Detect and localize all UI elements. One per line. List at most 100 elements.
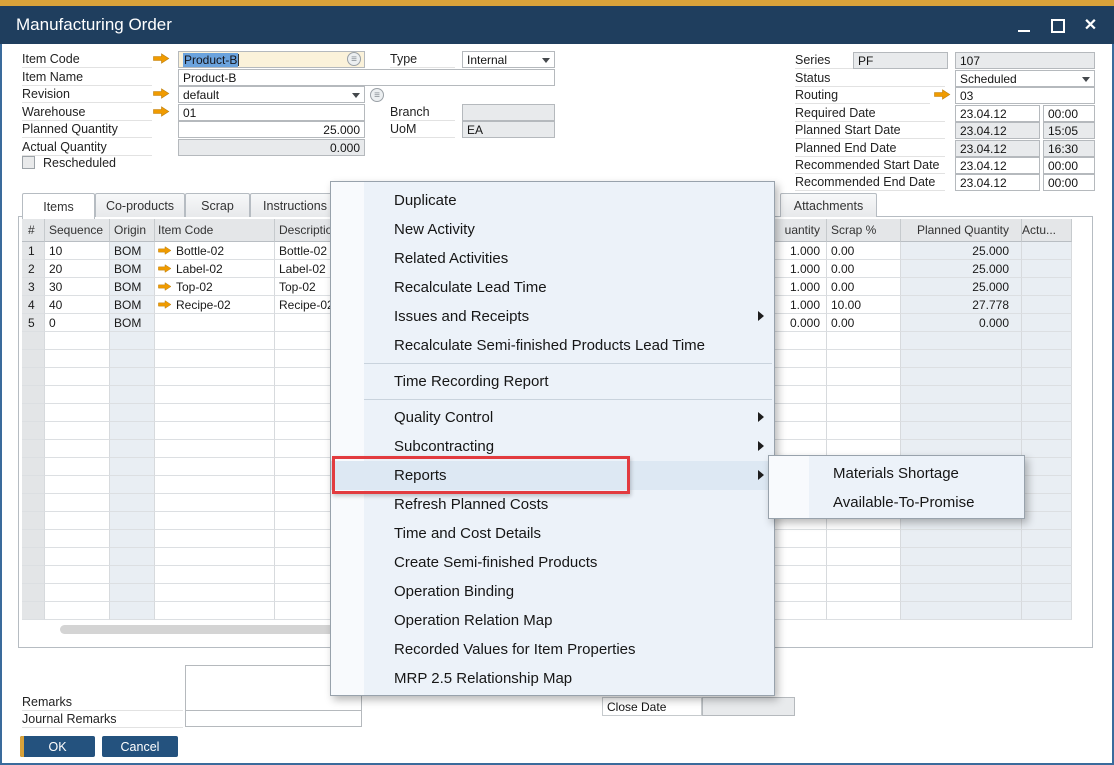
- tab-co-products[interactable]: Co-products: [95, 193, 185, 217]
- table-cell-origin[interactable]: [110, 566, 155, 584]
- table-cell-scrap[interactable]: [827, 548, 901, 566]
- warehouse-link-arrow-icon[interactable]: [153, 106, 170, 118]
- table-cell-planned-quantity[interactable]: 25.000: [901, 278, 1022, 296]
- table-cell-origin[interactable]: BOM: [110, 242, 155, 260]
- menu-item-time-and-cost-details[interactable]: Time and Cost Details: [331, 519, 774, 548]
- table-cell-actu[interactable]: [1022, 548, 1072, 566]
- table-cell-[interactable]: [22, 458, 45, 476]
- table-cell-planned-quantity[interactable]: [901, 530, 1022, 548]
- submenu-item-materials-shortage[interactable]: Materials Shortage: [769, 459, 1024, 488]
- table-cell-origin[interactable]: [110, 440, 155, 458]
- menu-item-quality-control[interactable]: Quality Control: [331, 403, 774, 432]
- link-arrow-icon[interactable]: [158, 264, 172, 273]
- table-cell-[interactable]: 5: [22, 314, 45, 332]
- required-date-field[interactable]: 23.04.12: [955, 105, 1040, 122]
- table-cell-planned-quantity[interactable]: 0.000: [901, 314, 1022, 332]
- link-arrow-icon[interactable]: [158, 300, 172, 309]
- table-cell-planned-quantity[interactable]: [901, 386, 1022, 404]
- table-cell-actu[interactable]: [1022, 440, 1072, 458]
- table-cell-origin[interactable]: BOM: [110, 260, 155, 278]
- status-dropdown[interactable]: Scheduled: [955, 70, 1095, 87]
- column-header-planned-quantity[interactable]: Planned Quantity: [901, 219, 1022, 242]
- table-cell-item-code[interactable]: [155, 566, 275, 584]
- table-cell-origin[interactable]: [110, 494, 155, 512]
- planned-quantity-field[interactable]: 25.000: [178, 121, 365, 138]
- table-cell-[interactable]: [22, 386, 45, 404]
- table-cell-actu[interactable]: [1022, 386, 1072, 404]
- table-cell-origin[interactable]: BOM: [110, 278, 155, 296]
- table-cell-scrap[interactable]: 10.00: [827, 296, 901, 314]
- table-cell-origin[interactable]: [110, 458, 155, 476]
- warehouse-field[interactable]: 01: [178, 104, 365, 121]
- table-cell-actu[interactable]: [1022, 296, 1072, 314]
- table-cell-sequence[interactable]: 40: [45, 296, 110, 314]
- recommended-end-time-field[interactable]: 00:00: [1043, 174, 1095, 191]
- table-cell-planned-quantity[interactable]: 27.778: [901, 296, 1022, 314]
- table-cell-planned-quantity[interactable]: [901, 548, 1022, 566]
- revision-list-icon[interactable]: [370, 88, 384, 102]
- table-cell-sequence[interactable]: [45, 530, 110, 548]
- table-cell-origin[interactable]: [110, 386, 155, 404]
- column-header-scrap[interactable]: Scrap %: [827, 219, 901, 242]
- table-cell-actu[interactable]: [1022, 242, 1072, 260]
- table-cell-[interactable]: [22, 404, 45, 422]
- table-cell-[interactable]: [22, 350, 45, 368]
- table-cell-item-code[interactable]: [155, 494, 275, 512]
- link-arrow-icon[interactable]: [158, 282, 172, 291]
- column-header-item-code[interactable]: Item Code: [155, 219, 275, 242]
- item-code-link-arrow-icon[interactable]: [153, 53, 170, 65]
- table-cell-sequence[interactable]: [45, 494, 110, 512]
- table-cell-item-code[interactable]: [155, 584, 275, 602]
- menu-item-recorded-values-for-item-properties[interactable]: Recorded Values for Item Properties: [331, 635, 774, 664]
- table-cell-actu[interactable]: [1022, 512, 1072, 530]
- table-cell-[interactable]: 3: [22, 278, 45, 296]
- table-cell-origin[interactable]: [110, 422, 155, 440]
- table-cell-item-code[interactable]: [155, 386, 275, 404]
- menu-item-new-activity[interactable]: New Activity: [331, 215, 774, 244]
- table-cell-planned-quantity[interactable]: [901, 584, 1022, 602]
- table-cell-[interactable]: [22, 476, 45, 494]
- table-cell-sequence[interactable]: [45, 512, 110, 530]
- table-cell-item-code[interactable]: [155, 602, 275, 620]
- table-cell-actu[interactable]: [1022, 260, 1072, 278]
- cancel-button[interactable]: Cancel: [102, 736, 178, 757]
- table-cell-origin[interactable]: [110, 332, 155, 350]
- table-cell-planned-quantity[interactable]: [901, 566, 1022, 584]
- table-cell-item-code[interactable]: [155, 476, 275, 494]
- menu-item-create-semi-finished-products[interactable]: Create Semi-finished Products: [331, 548, 774, 577]
- table-cell-origin[interactable]: BOM: [110, 296, 155, 314]
- table-cell-[interactable]: 4: [22, 296, 45, 314]
- table-cell-[interactable]: 2: [22, 260, 45, 278]
- menu-item-recalculate-lead-time[interactable]: Recalculate Lead Time: [331, 273, 774, 302]
- table-cell-scrap[interactable]: [827, 530, 901, 548]
- table-cell-item-code[interactable]: Top-02: [155, 278, 275, 296]
- tab-items[interactable]: Items: [22, 193, 95, 219]
- table-cell-actu[interactable]: [1022, 404, 1072, 422]
- tab-instructions[interactable]: Instructions: [250, 193, 340, 217]
- type-dropdown[interactable]: Internal: [462, 51, 555, 68]
- title-bar[interactable]: Manufacturing Order: [0, 6, 1114, 44]
- menu-item-duplicate[interactable]: Duplicate: [331, 186, 774, 215]
- table-cell-planned-quantity[interactable]: [901, 404, 1022, 422]
- ok-button[interactable]: OK: [20, 736, 95, 757]
- table-cell-sequence[interactable]: 20: [45, 260, 110, 278]
- tab-scrap[interactable]: Scrap: [185, 193, 250, 217]
- table-cell-item-code[interactable]: [155, 422, 275, 440]
- journal-remarks-input[interactable]: [185, 710, 362, 727]
- table-cell-[interactable]: [22, 512, 45, 530]
- recommended-start-time-field[interactable]: 00:00: [1043, 157, 1095, 174]
- column-header-[interactable]: #: [22, 219, 45, 242]
- table-cell-actu[interactable]: [1022, 314, 1072, 332]
- menu-item-mrp-2-5-relationship-map[interactable]: MRP 2.5 Relationship Map: [331, 664, 774, 693]
- table-cell-sequence[interactable]: [45, 566, 110, 584]
- table-cell-item-code[interactable]: [155, 530, 275, 548]
- table-cell-[interactable]: [22, 440, 45, 458]
- table-cell-[interactable]: [22, 584, 45, 602]
- table-cell-sequence[interactable]: 30: [45, 278, 110, 296]
- table-cell-planned-quantity[interactable]: 25.000: [901, 242, 1022, 260]
- table-cell-actu[interactable]: [1022, 332, 1072, 350]
- table-cell-actu[interactable]: [1022, 278, 1072, 296]
- table-cell-planned-quantity[interactable]: [901, 602, 1022, 620]
- link-arrow-icon[interactable]: [153, 88, 170, 99]
- table-cell-item-code[interactable]: [155, 548, 275, 566]
